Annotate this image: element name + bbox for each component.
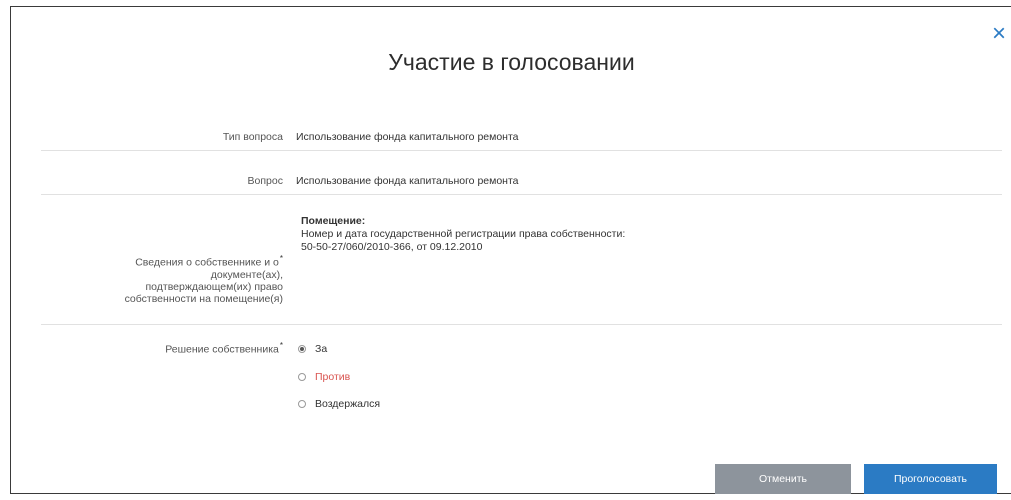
ownership-label: Сведения о собственнике и о* документе(а… (51, 253, 283, 305)
radio-label-for: За (315, 343, 328, 355)
radio-label-abstain: Воздержался (315, 398, 381, 410)
radio-label-against: Против (315, 371, 351, 383)
required-mark: * (279, 254, 283, 263)
page: × Участие в голосовании Тип вопроса Испо… (0, 0, 1011, 500)
question-type-value: Использование фонда капитального ремонта (296, 131, 519, 143)
ownership-label-line2: документе(ах), (210, 268, 283, 281)
ownership-label-line1: Сведения о собственнике и о (135, 256, 279, 269)
separator (41, 150, 1002, 151)
ownership-registration-number: 50-50-27/060/2010-366, от 09.12.2010 (301, 241, 483, 253)
separator (41, 324, 1002, 325)
ownership-value: Помещение: Номер и дата государственной … (301, 215, 625, 254)
dialog-title: Участие в голосовании (388, 49, 635, 75)
radio-abstain[interactable]: Воздержался (298, 398, 380, 410)
radio-against[interactable]: Против (298, 371, 350, 383)
decision-label-text: Решение собственника (165, 343, 279, 356)
vote-dialog: × Участие в голосовании Тип вопроса Испо… (10, 6, 1011, 494)
question-label: Вопрос (247, 175, 283, 187)
close-icon[interactable]: × (992, 22, 1010, 46)
radio-circle[interactable] (298, 373, 306, 381)
ownership-label-line3: подтверждающем(их) право (145, 280, 283, 293)
question-type-label: Тип вопроса (222, 131, 283, 143)
required-mark: * (279, 341, 283, 350)
radio-circle[interactable] (298, 345, 306, 353)
vote-button[interactable]: Проголосовать (864, 464, 997, 494)
ownership-label-line4: собственности на помещение(я) (124, 292, 283, 305)
ownership-premises: Помещение: (301, 215, 366, 227)
ownership-registration-label: Номер и дата государственной регистрации… (301, 228, 626, 240)
radio-for[interactable]: За (298, 343, 327, 355)
cancel-button[interactable]: Отменить (715, 464, 851, 494)
question-value: Использование фонда капитального ремонта (296, 175, 519, 187)
decision-label: Решение собственника* (101, 341, 283, 356)
separator (41, 194, 1002, 195)
radio-circle[interactable] (298, 400, 306, 408)
